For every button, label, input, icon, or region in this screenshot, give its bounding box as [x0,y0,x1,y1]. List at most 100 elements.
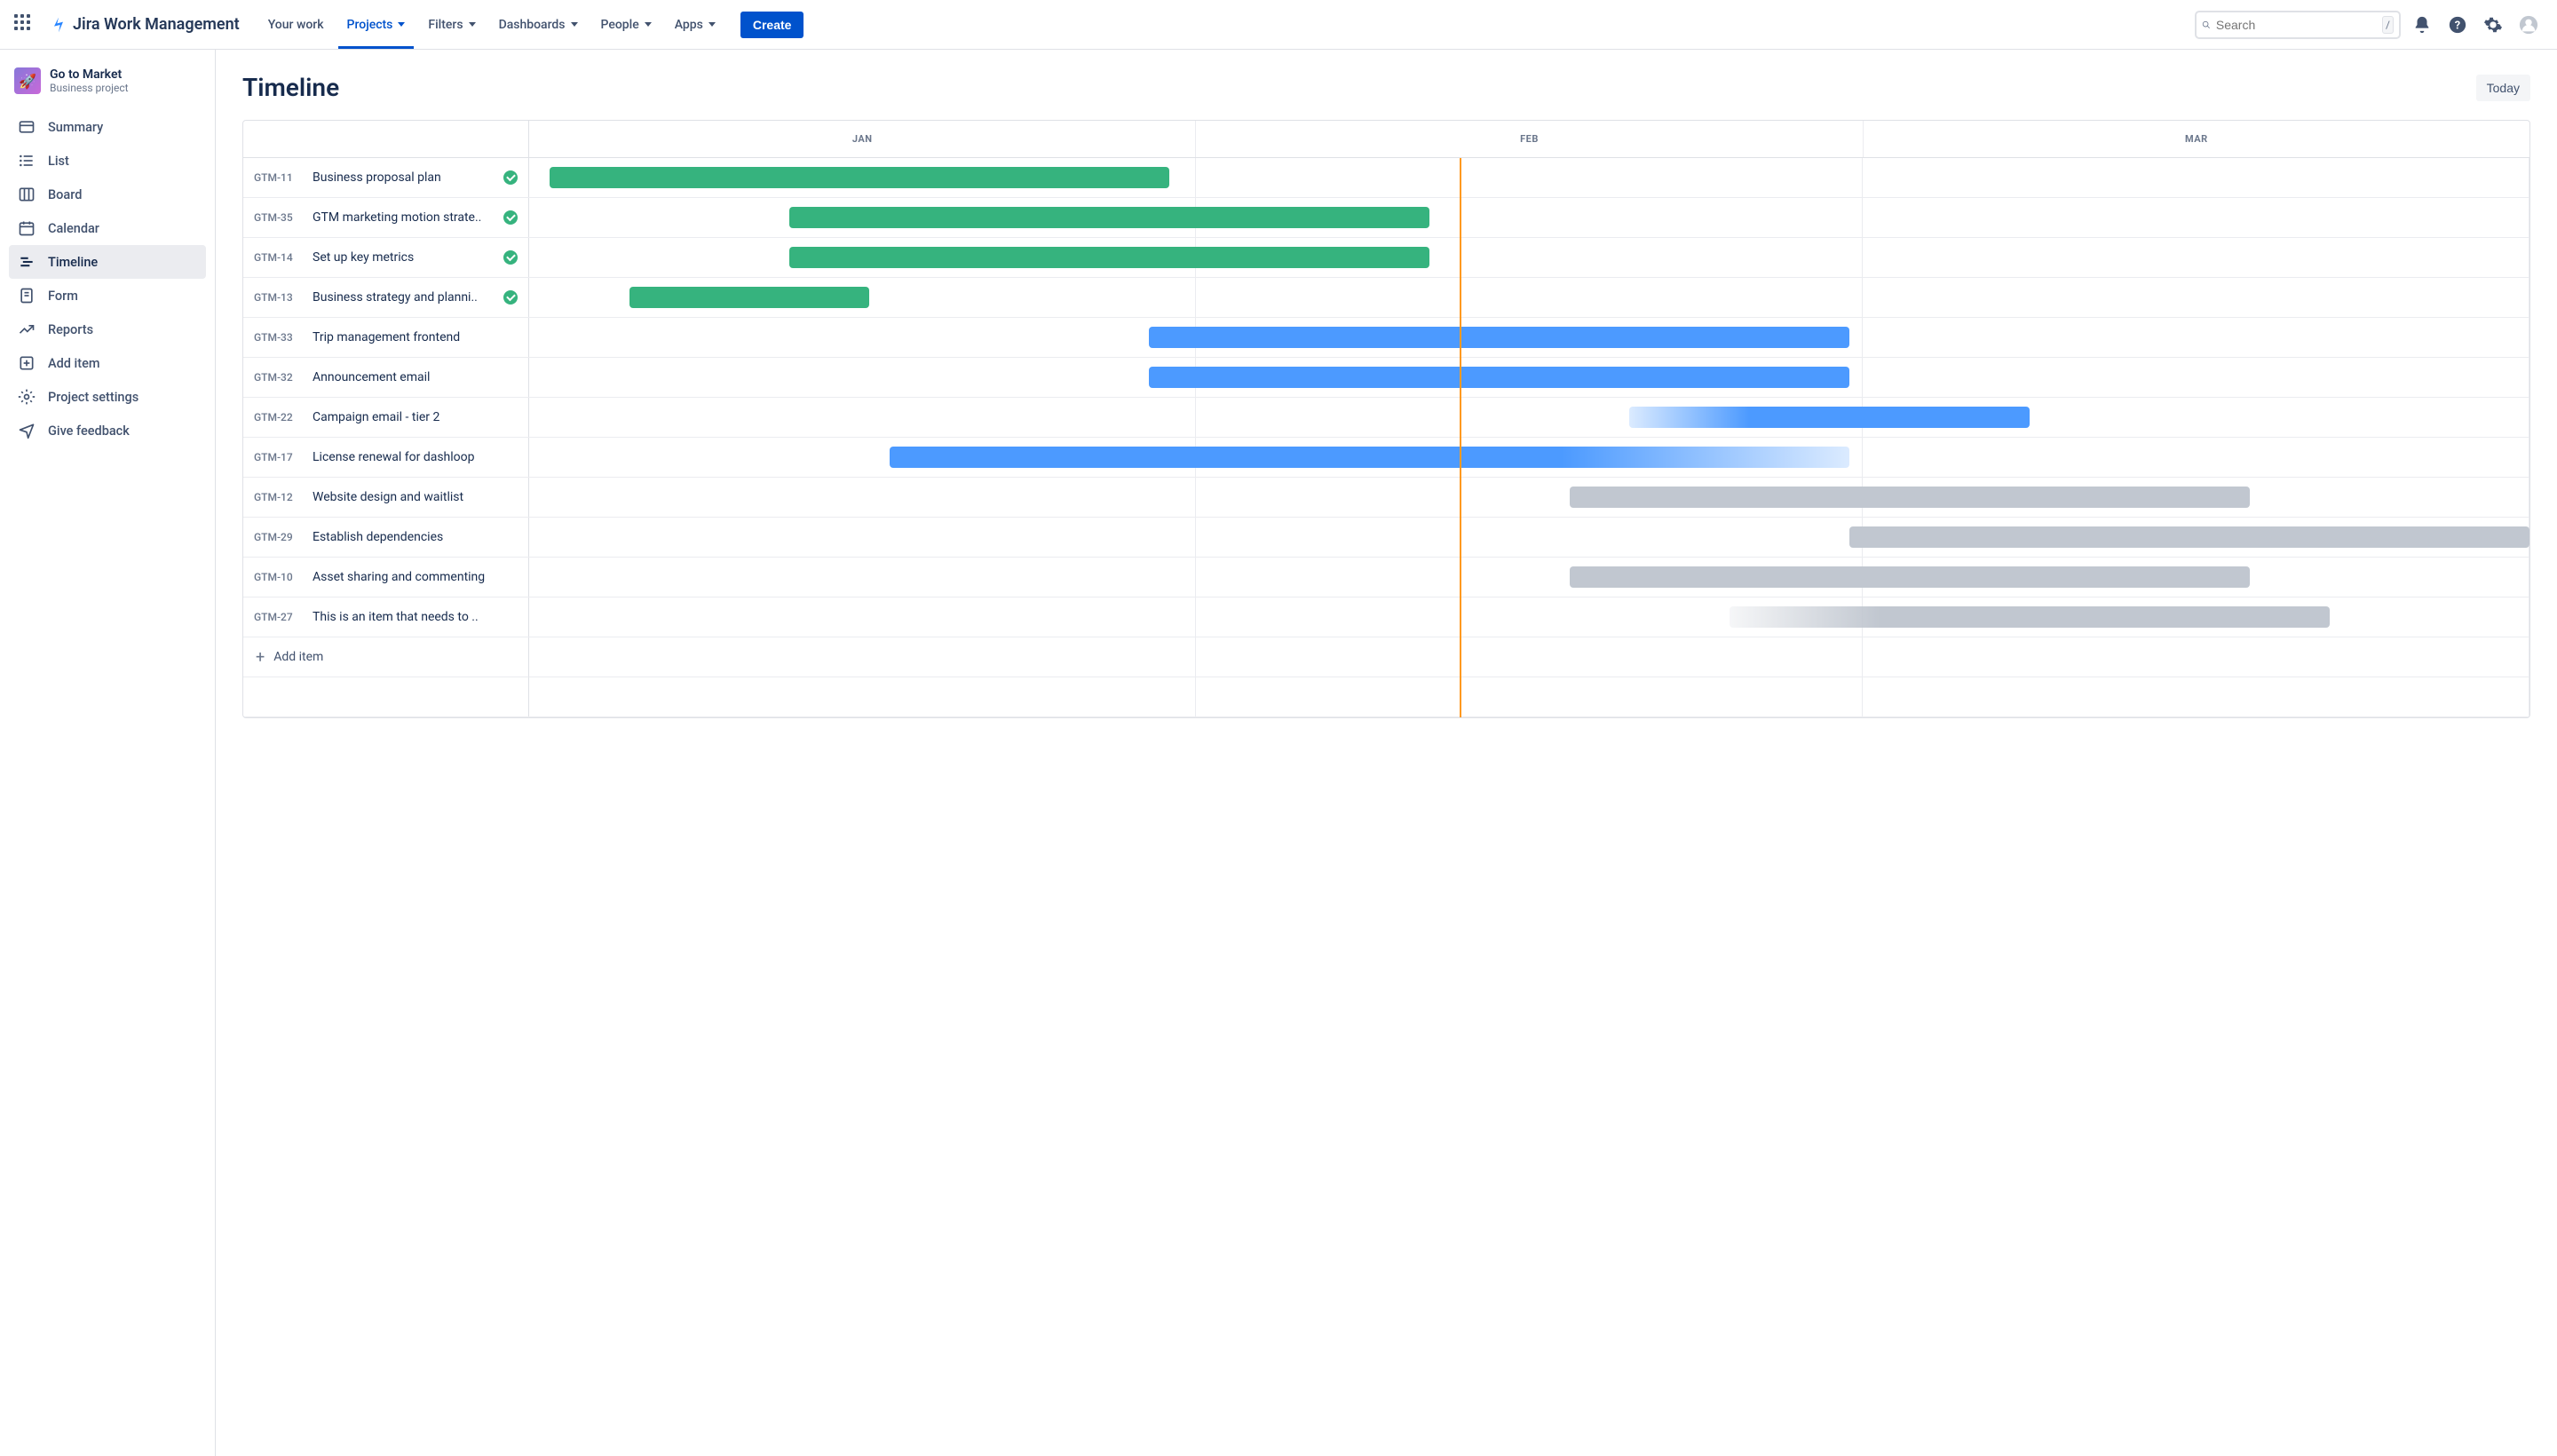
sidebar-item-label: Summary [48,120,103,135]
sidebar-item-give-feedback[interactable]: Give feedback [9,414,206,447]
task-bar[interactable] [890,447,1849,468]
search-box[interactable]: / [2195,11,2401,39]
sidebar-icon [18,287,36,305]
chevron-down-icon [469,22,476,27]
timeline-row[interactable]: GTM-29 Establish dependencies [243,518,2529,558]
timeline-row[interactable]: GTM-17 License renewal for dashloop [243,438,2529,478]
timeline-container: JANFEBMAR GTM-11Business proposal planGT… [242,120,2530,718]
app-switcher-icon[interactable] [14,14,36,36]
task-title: GTM marketing motion strate.. [313,210,495,225]
bar-area [529,278,2529,317]
timeline-row[interactable]: GTM-10 Asset sharing and commenting [243,558,2529,597]
sidebar-icon [18,186,36,203]
sidebar-item-summary[interactable]: Summary [9,110,206,144]
task-bar[interactable] [1629,407,2030,428]
timeline-row[interactable]: GTM-12Website design and waitlist [243,478,2529,518]
sidebar-item-label: Calendar [48,221,99,236]
bar-area [529,478,2529,517]
sidebar-item-board[interactable]: Board [9,178,206,211]
status-done-icon [503,210,518,225]
task-key: GTM-35 [254,211,304,224]
chevron-down-icon [571,22,578,27]
sidebar-icon [18,354,36,372]
sidebar-item-reports[interactable]: Reports [9,313,206,346]
search-input[interactable] [2216,18,2377,32]
sidebar-item-list[interactable]: List [9,144,206,178]
bar-area [529,558,2529,597]
timeline-row[interactable]: GTM-13Business strategy and planni.. [243,278,2529,318]
timeline-row[interactable]: GTM-35 GTM marketing motion strate.. [243,198,2529,238]
task-title: Campaign email - tier 2 [313,410,518,424]
task-bar[interactable] [789,207,1429,228]
bar-area [529,398,2529,437]
nav-item-dashboards[interactable]: Dashboards [490,12,587,37]
timeline-row[interactable]: GTM-32Announcement email [243,358,2529,398]
bar-area [529,358,2529,397]
bar-area [529,158,2529,197]
task-bar[interactable] [789,247,1429,268]
task-bar[interactable] [1149,327,1849,348]
task-title: Set up key metrics [313,250,495,265]
project-icon: 🚀 [14,67,41,94]
nav-item-filters[interactable]: Filters [419,12,484,37]
help-icon[interactable]: ? [2443,11,2472,39]
sidebar-item-label: Project settings [48,390,139,405]
product-logo[interactable]: Jira Work Management [50,15,240,34]
profile-avatar[interactable] [2514,11,2543,39]
task-bar[interactable] [629,287,869,308]
sidebar-icon [18,219,36,237]
task-key: GTM-17 [254,451,304,463]
add-item-row[interactable]: +Add item [243,637,529,677]
sidebar-icon [18,253,36,271]
chevron-down-icon [709,22,716,27]
task-key: GTM-27 [254,611,304,623]
nav-item-your-work[interactable]: Your work [259,12,333,37]
add-item-label: Add item [273,650,323,664]
task-bar[interactable] [1849,526,2529,548]
task-key: GTM-22 [254,411,304,423]
timeline-row[interactable]: GTM-22 Campaign email - tier 2 [243,398,2529,438]
product-name: Jira Work Management [73,15,240,34]
task-title: License renewal for dashloop [313,450,518,464]
task-bar[interactable] [1149,367,1849,388]
nav-item-apps[interactable]: Apps [666,12,724,37]
sidebar-item-timeline[interactable]: Timeline [9,245,206,279]
bar-area [529,198,2529,237]
task-title: Asset sharing and commenting [313,570,518,584]
task-key: GTM-14 [254,251,304,264]
timeline-row[interactable]: GTM-14 Set up key metrics [243,238,2529,278]
task-bar[interactable] [1570,487,2250,508]
status-done-icon [503,250,518,265]
timeline-row[interactable]: GTM-27 This is an item that needs to .. [243,597,2529,637]
task-bar[interactable] [1730,606,2330,628]
sidebar-item-add-item[interactable]: Add item [9,346,206,380]
task-title: Establish dependencies [313,530,518,544]
sidebar-item-label: Give feedback [48,423,130,439]
sidebar-item-form[interactable]: Form [9,279,206,313]
page-title: Timeline [242,73,339,102]
task-bar[interactable] [550,167,1169,188]
chevron-down-icon [645,22,652,27]
timeline-row[interactable]: GTM-33Trip management frontend [243,318,2529,358]
timeline-row[interactable]: GTM-11Business proposal plan [243,158,2529,198]
bar-area [529,518,2529,557]
nav-item-people[interactable]: People [592,12,661,37]
chevron-down-icon [398,22,405,27]
task-key: GTM-33 [254,331,304,344]
create-button[interactable]: Create [740,12,804,38]
notifications-icon[interactable] [2408,11,2436,39]
task-bar[interactable] [1570,566,2250,588]
task-key: GTM-32 [254,371,304,384]
task-key: GTM-29 [254,531,304,543]
month-header: MAR [1864,121,2529,157]
project-header[interactable]: 🚀 Go to Market Business project [9,67,206,110]
today-button[interactable]: Today [2476,75,2530,101]
sidebar-icon [18,118,36,136]
settings-icon[interactable] [2479,11,2507,39]
sidebar-item-label: Board [48,187,82,202]
task-key: GTM-10 [254,571,304,583]
nav-item-projects[interactable]: Projects [338,12,415,37]
task-title: This is an item that needs to .. [313,610,518,624]
sidebar-item-calendar[interactable]: Calendar [9,211,206,245]
sidebar-item-project-settings[interactable]: Project settings [9,380,206,414]
